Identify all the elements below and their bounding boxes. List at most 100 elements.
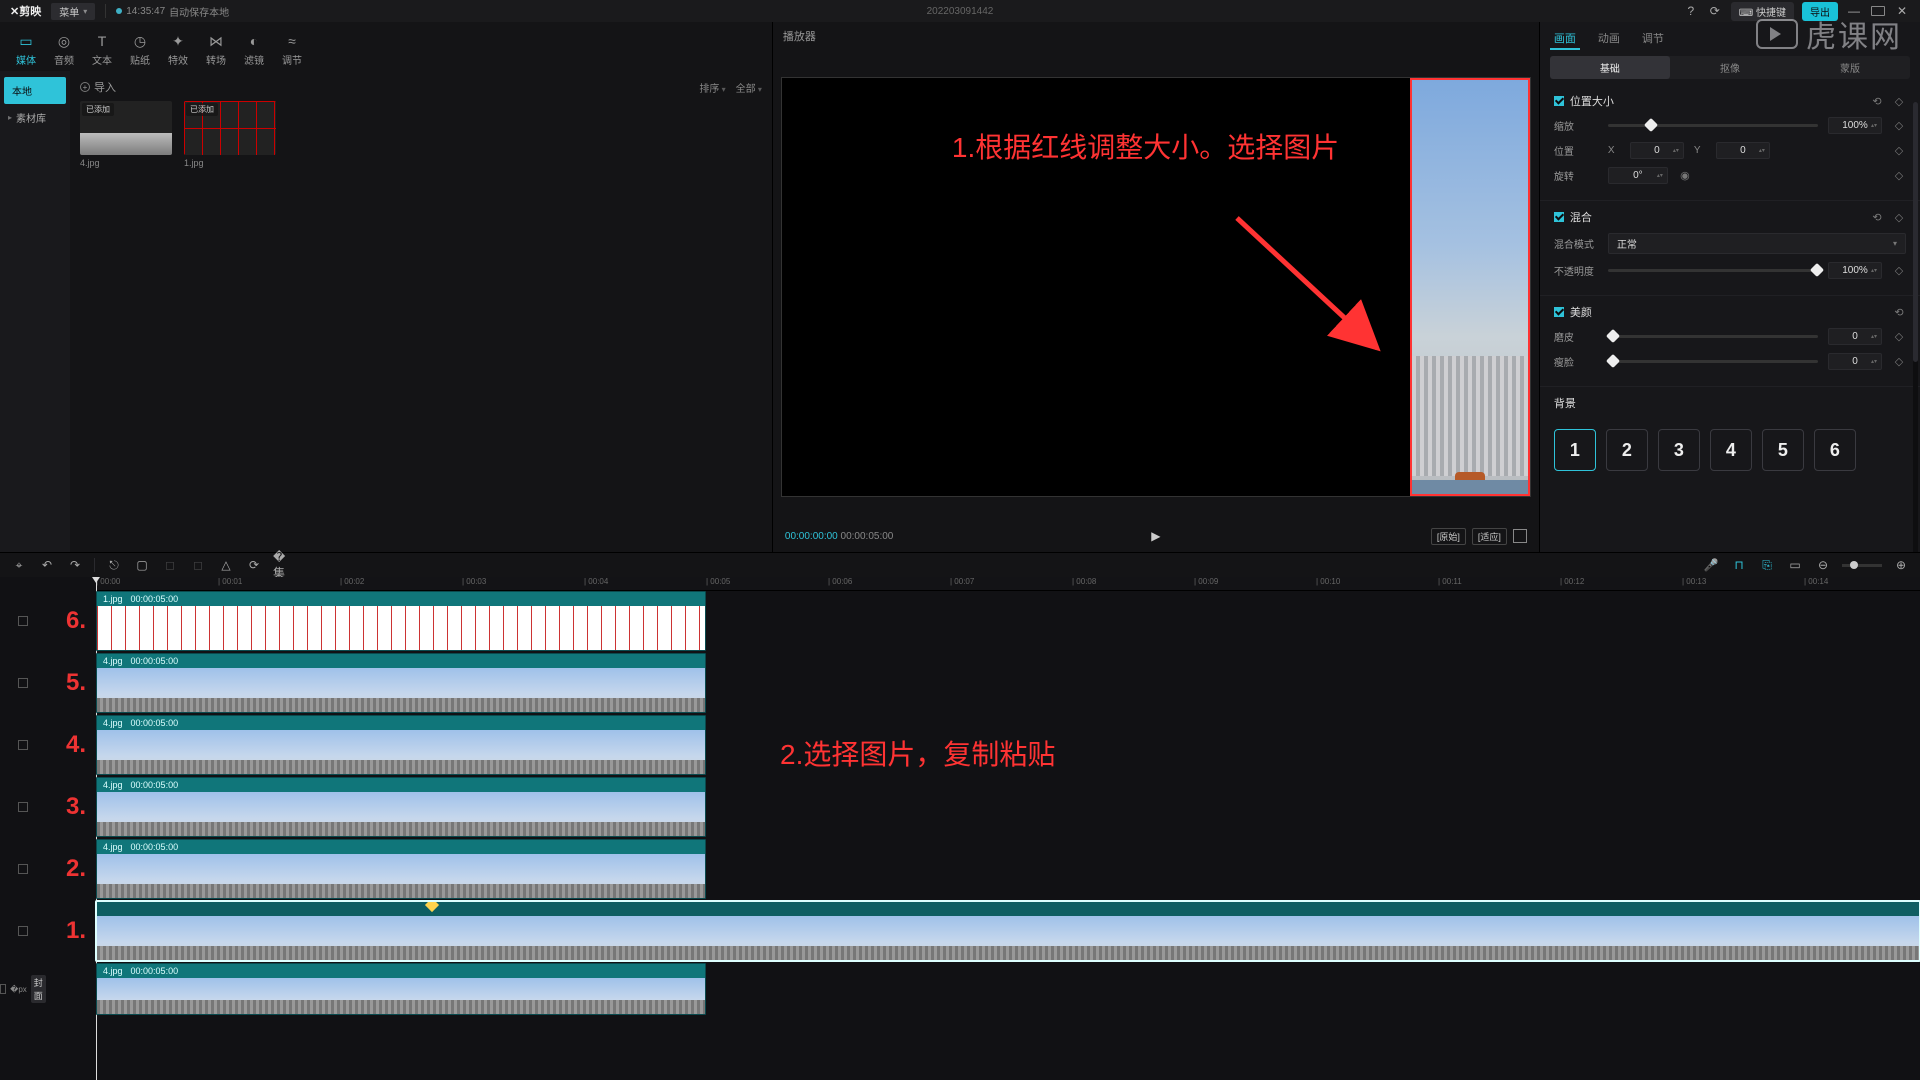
opacity-value[interactable]: 100%▴▾ — [1828, 262, 1882, 279]
reset-icon[interactable]: ⟲ — [1870, 210, 1884, 224]
export-button[interactable]: 导出 — [1802, 2, 1838, 21]
keyframe-icon[interactable]: ◇ — [1892, 210, 1906, 224]
sidebar-item-local[interactable]: 本地 — [4, 77, 66, 104]
timeline-clip[interactable]: 4.jpg00:00:05:00 — [96, 963, 706, 1015]
mode-tab-特效[interactable]: ✦特效 — [160, 28, 196, 71]
bg-chip-5[interactable]: 5 — [1762, 429, 1804, 471]
undo-icon[interactable]: ↶ — [38, 556, 56, 574]
keyframe-icon[interactable]: ◇ — [1892, 355, 1906, 369]
mirror-icon[interactable]: △ — [217, 556, 235, 574]
timeline-clip[interactable]: 4.jpg00:00:05:00 — [96, 901, 1920, 961]
rotation-value[interactable]: 0°▴▾ — [1608, 167, 1668, 184]
keyframe-icon[interactable]: ◇ — [1892, 169, 1906, 183]
props-tab[interactable]: 调节 — [1638, 28, 1668, 50]
bg-chip-6[interactable]: 6 — [1814, 429, 1856, 471]
preview-canvas[interactable]: 1.根据红线调整大小。选择图片 — [781, 77, 1531, 497]
props-subtab[interactable]: 蒙版 — [1790, 56, 1910, 79]
mic-icon[interactable]: 🎤 — [1702, 556, 1720, 574]
keyframe-icon[interactable]: ◇ — [1892, 144, 1906, 158]
mode-tab-滤镜[interactable]: ◐滤镜 — [236, 28, 272, 71]
timeline-clip[interactable]: 4.jpg00:00:05:00 — [96, 839, 706, 899]
ratio-fit-button[interactable]: [适应] — [1472, 528, 1507, 545]
filter-dropdown[interactable]: 全部 — [736, 80, 762, 95]
opacity-slider[interactable] — [1608, 269, 1818, 272]
timeline-clip[interactable]: 4.jpg00:00:05:00 — [96, 653, 706, 713]
keyframe-marker[interactable] — [425, 901, 439, 912]
track-gutter[interactable] — [0, 653, 46, 713]
preview-icon[interactable]: ▭ — [1786, 556, 1804, 574]
track-row: �px封面 4.jpg00:00:05:00 — [0, 963, 1920, 1015]
bg-chip-3[interactable]: 3 — [1658, 429, 1700, 471]
reload-icon[interactable]: ⟳ — [1707, 3, 1723, 19]
mode-tab-转场[interactable]: ⋈转场 — [198, 28, 234, 71]
close-icon[interactable]: ✕ — [1894, 3, 1910, 19]
import-button[interactable]: +导入 — [80, 79, 116, 95]
rotate-icon[interactable]: ⟳ — [245, 556, 263, 574]
bg-chip-1[interactable]: 1 — [1554, 429, 1596, 471]
media-thumb[interactable]: 已添加1.jpg — [184, 101, 276, 168]
beauty-checkbox[interactable] — [1554, 307, 1564, 317]
mode-tab-音频[interactable]: ◎音频 — [46, 28, 82, 71]
track-gutter[interactable] — [0, 901, 46, 961]
position-size-checkbox[interactable] — [1554, 96, 1564, 106]
smooth-slider[interactable] — [1608, 335, 1818, 338]
mode-tab-文本[interactable]: T文本 — [84, 28, 120, 71]
menu-dropdown[interactable]: 菜单 — [51, 3, 95, 20]
timeline-clip[interactable]: 4.jpg00:00:05:00 — [96, 715, 706, 775]
pos-x-value[interactable]: 0▴▾ — [1630, 142, 1684, 159]
ratio-original-button[interactable]: [原始] — [1431, 528, 1466, 545]
thin-slider[interactable] — [1608, 360, 1818, 363]
minimize-icon[interactable]: — — [1846, 3, 1862, 19]
preview-image-slice[interactable] — [1410, 78, 1530, 496]
keyframe-icon[interactable]: ◇ — [1892, 94, 1906, 108]
props-subtab[interactable]: 基础 — [1550, 56, 1670, 79]
timeline-ruler[interactable]: | 00:00| 00:01| 00:02| 00:03| 00:04| 00:… — [96, 577, 1920, 591]
crop2-icon[interactable]: �集 — [273, 556, 291, 574]
props-tab[interactable]: 画面 — [1550, 28, 1580, 50]
split-icon[interactable]: ⎋ — [105, 556, 123, 574]
keyframe-icon[interactable]: ◇ — [1892, 330, 1906, 344]
blend-mode-select[interactable]: 正常 — [1608, 233, 1906, 254]
thin-value[interactable]: 0▴▾ — [1828, 353, 1882, 370]
fullscreen-icon[interactable] — [1513, 529, 1527, 543]
play-icon[interactable]: ▶ — [1151, 529, 1160, 543]
smooth-value[interactable]: 0▴▾ — [1828, 328, 1882, 345]
scale-value[interactable]: 100%▴▾ — [1828, 117, 1882, 134]
sort-dropdown[interactable]: 排序 — [699, 80, 725, 95]
link-icon[interactable]: ⎘ — [1758, 556, 1776, 574]
mode-tab-调节[interactable]: ≈调节 — [274, 28, 310, 71]
bg-chip-4[interactable]: 4 — [1710, 429, 1752, 471]
track-gutter[interactable] — [0, 777, 46, 837]
zoom-out-icon[interactable]: ⊖ — [1814, 556, 1832, 574]
pos-y-value[interactable]: 0▴▾ — [1716, 142, 1770, 159]
zoom-in-icon[interactable]: ⊕ — [1892, 556, 1910, 574]
bg-chip-2[interactable]: 2 — [1606, 429, 1648, 471]
media-thumb[interactable]: 已添加4.jpg — [80, 101, 172, 168]
rotate-dial-icon[interactable]: ◉ — [1678, 169, 1692, 183]
sidebar-item-library[interactable]: ▸素材库 — [0, 104, 70, 131]
scale-slider[interactable] — [1608, 124, 1818, 127]
mode-tab-媒体[interactable]: ▭媒体 — [8, 28, 44, 71]
zoom-slider[interactable] — [1842, 564, 1882, 567]
reset-icon[interactable]: ⟲ — [1870, 94, 1884, 108]
shortcut-button[interactable]: ⌨ 快捷键 — [1731, 2, 1794, 21]
keyframe-icon[interactable]: ◇ — [1892, 264, 1906, 278]
keyframe-icon[interactable]: ◇ — [1892, 119, 1906, 133]
mode-tab-贴纸[interactable]: ◷贴纸 — [122, 28, 158, 71]
blend-checkbox[interactable] — [1554, 212, 1564, 222]
props-tab[interactable]: 动画 — [1594, 28, 1624, 50]
maximize-icon[interactable] — [1870, 3, 1886, 19]
track-gutter[interactable] — [0, 715, 46, 775]
pointer-tool-icon[interactable]: ⌖ — [10, 556, 28, 574]
help-icon[interactable]: ? — [1683, 3, 1699, 19]
magnet-icon[interactable]: ⊓ — [1730, 556, 1748, 574]
track-gutter[interactable] — [0, 839, 46, 899]
reset-icon[interactable]: ⟲ — [1892, 305, 1906, 319]
track-gutter[interactable] — [0, 591, 46, 651]
crop-icon[interactable]: ▢ — [133, 556, 151, 574]
timeline-clip[interactable]: 1.jpg00:00:05:00 — [96, 591, 706, 651]
timeline-clip[interactable]: 4.jpg00:00:05:00 — [96, 777, 706, 837]
props-subtab[interactable]: 抠像 — [1670, 56, 1790, 79]
redo-icon[interactable]: ↷ — [66, 556, 84, 574]
track-gutter[interactable]: �px封面 — [0, 963, 46, 1015]
